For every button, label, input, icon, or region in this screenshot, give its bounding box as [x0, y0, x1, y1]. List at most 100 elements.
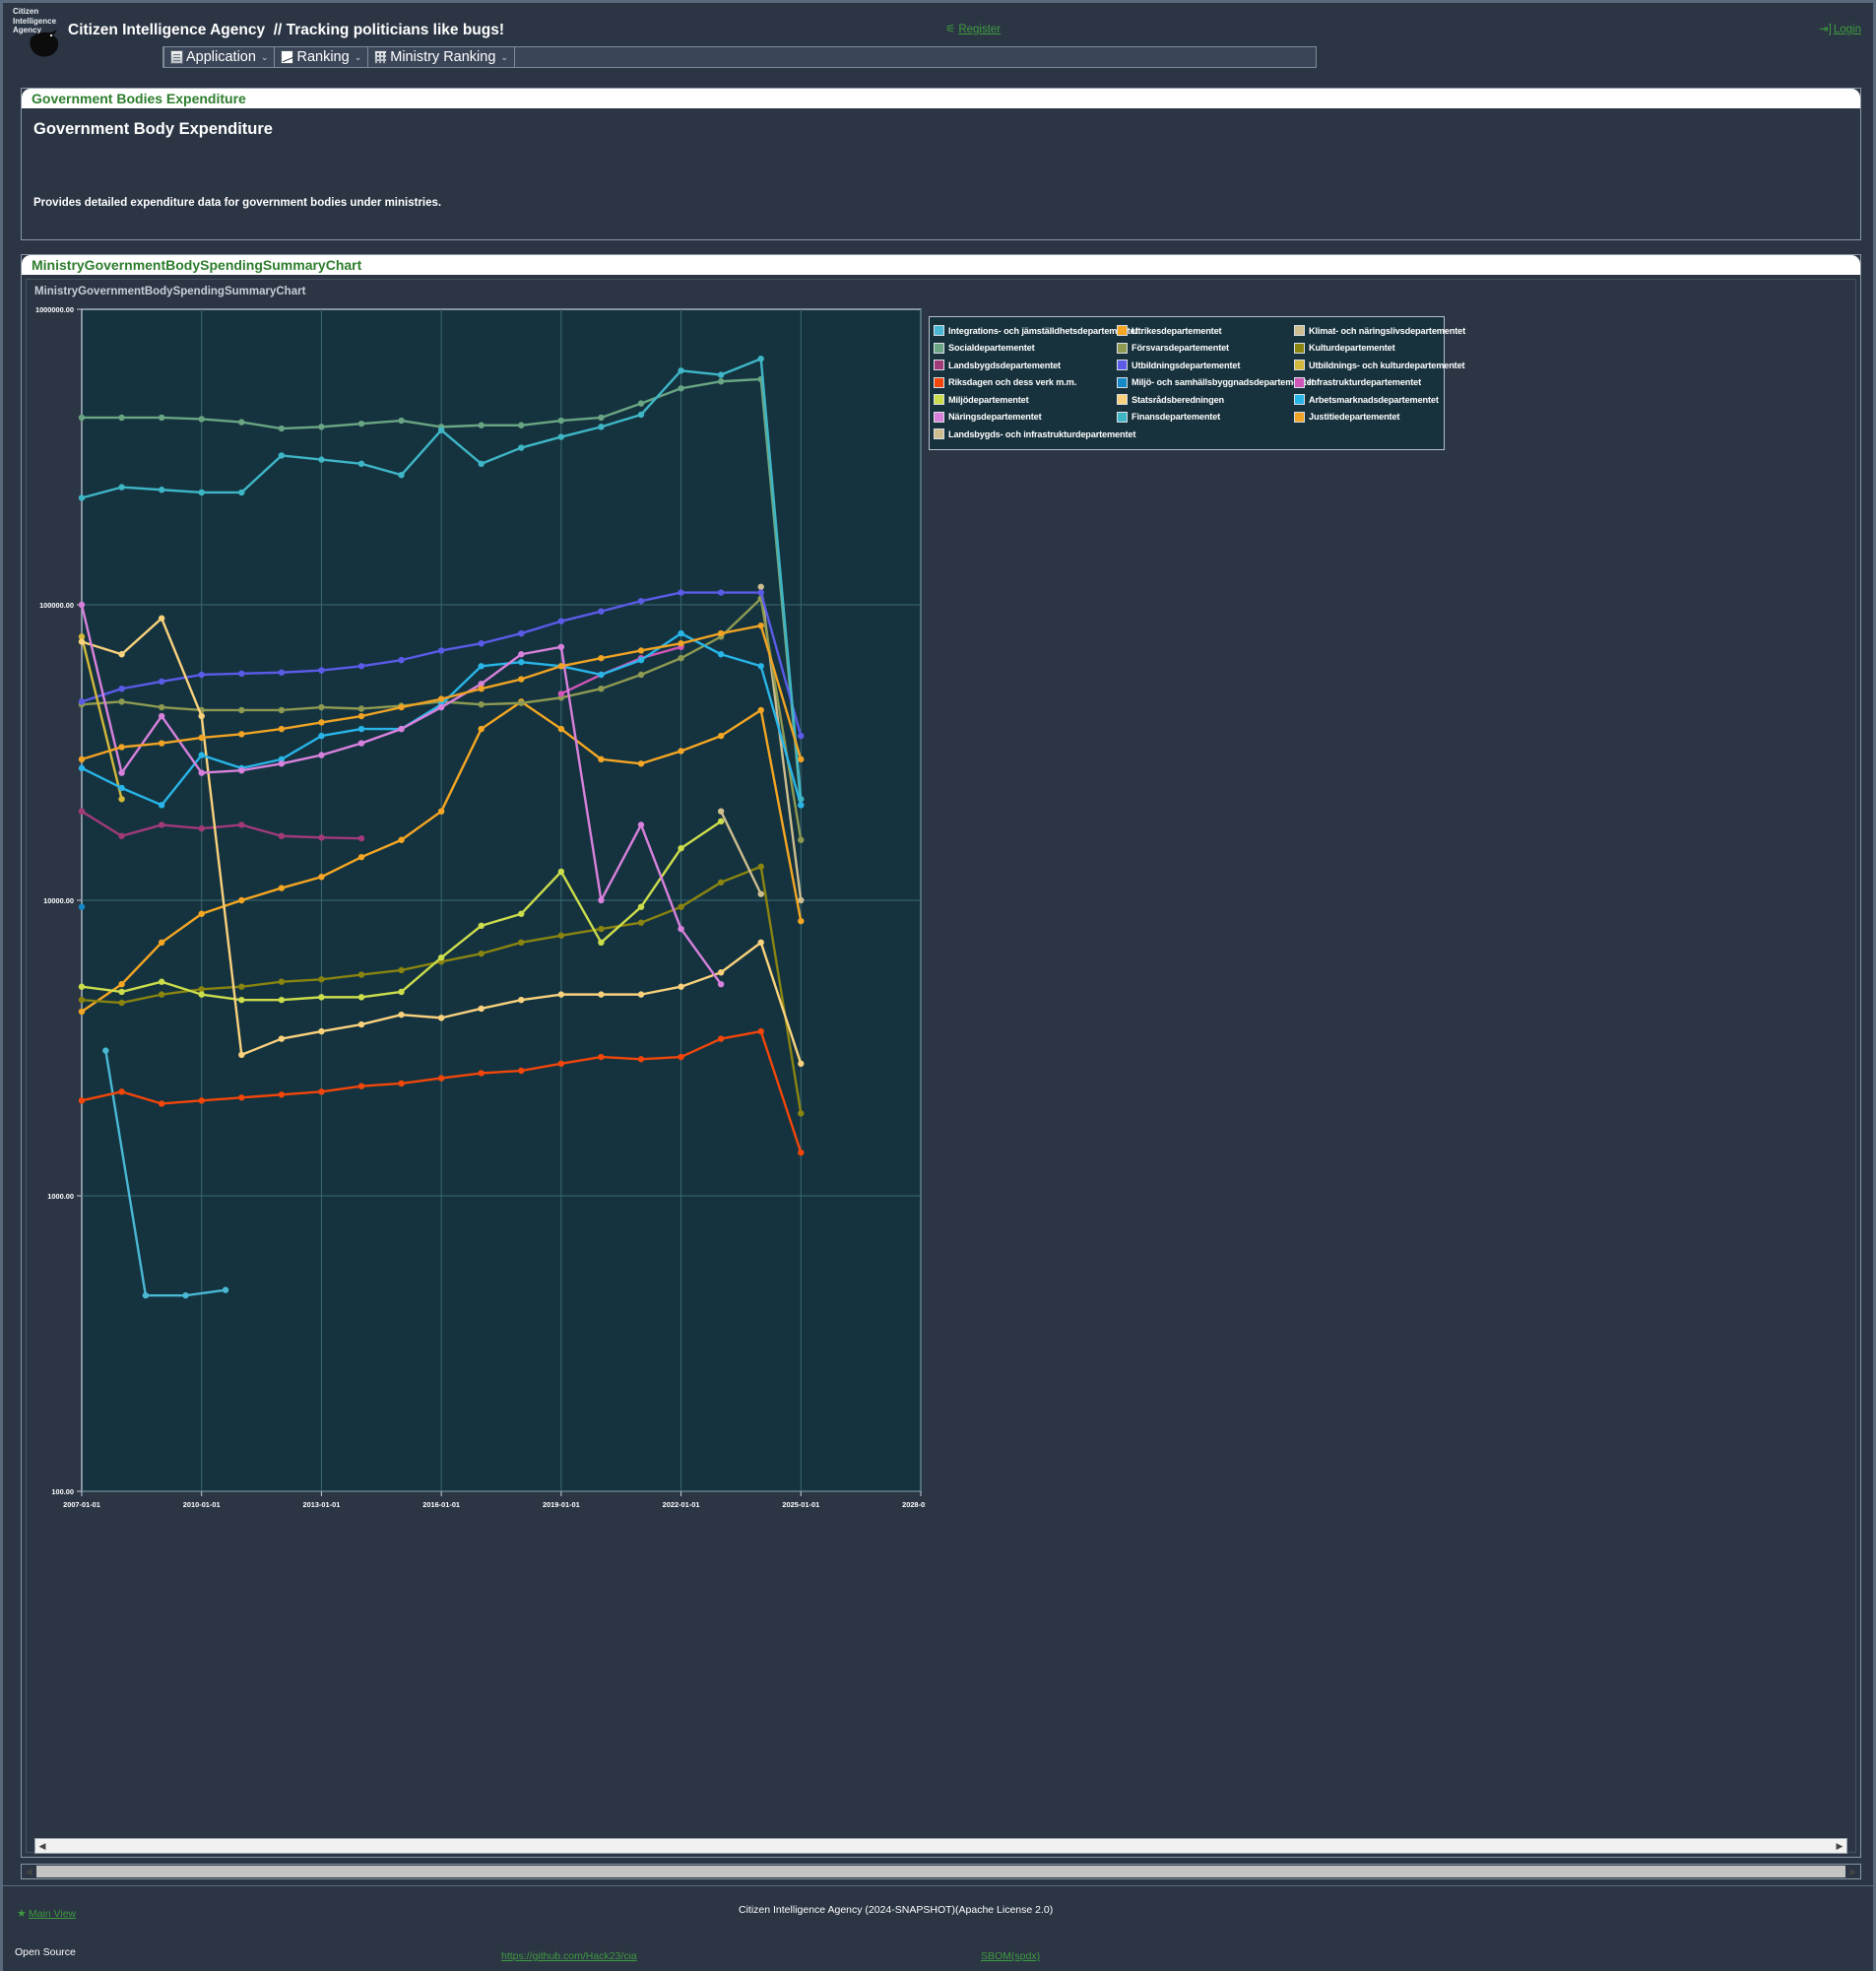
x-tick-label: 2028-01-01 — [902, 1500, 926, 1509]
x-tick-label: 2025-01-01 — [782, 1500, 819, 1509]
main-view-link[interactable]: Main View — [29, 1908, 76, 1920]
legend-swatch — [1117, 411, 1128, 423]
chart-container: MinistryGovernmentBodySpendingSummaryCha… — [26, 279, 1856, 1854]
legend-label: Integrations- och jämställdhetsdeparteme… — [948, 325, 1138, 336]
sbom-link[interactable]: SBOM(spdx) — [981, 1950, 1040, 1962]
legend-swatch — [934, 376, 944, 388]
building-icon — [374, 50, 388, 64]
chart-series[interactable] — [78, 903, 86, 910]
legend-column-3: Klimat- och näringslivsdepartementet Kult… — [1294, 322, 1465, 443]
legend-swatch — [1117, 376, 1128, 388]
site-title: Citizen Intelligence Agency // Tracking … — [68, 22, 504, 39]
chart-inner-title: MinistryGovernmentBodySpendingSummaryCha… — [34, 286, 306, 297]
login-link[interactable]: ⇥] Login — [1819, 22, 1861, 35]
legend-entry[interactable]: Riksdagen och dess verk m.m. — [934, 374, 1117, 392]
login-label: Login — [1833, 24, 1861, 35]
legend-label: Utbildningsdepartementet — [1132, 360, 1241, 370]
x-tick-label: 2016-01-01 — [422, 1500, 460, 1509]
footer-open-source-label: Open Source — [15, 1946, 76, 1958]
legend-label: Utrikesdepartementet — [1132, 325, 1222, 336]
page-description: Provides detailed expenditure data for g… — [33, 197, 442, 209]
scroll-left-arrow[interactable]: ◀ — [35, 1839, 49, 1853]
chart-panel-body: MinistryGovernmentBodySpendingSummaryCha… — [22, 275, 1860, 1857]
menu-item-ranking[interactable]: Ranking ⌄ — [275, 47, 369, 67]
legend-entry[interactable]: Miljö- och samhällsbyggnadsdepartementet — [1117, 374, 1315, 392]
legend-entry[interactable]: Landsbygds- och infrastrukturdepartement… — [934, 426, 1135, 443]
legend-entry[interactable]: Försvarsdepartementet — [1117, 340, 1294, 358]
y-tick-label: 1000000.00 — [35, 305, 74, 314]
legend-entry[interactable]: Utbildnings- och kulturdepartementet — [1294, 357, 1465, 374]
main-menu-bar: Application ⌄ Ranking ⌄ Ministry Ranking… — [162, 46, 1317, 68]
legend-entry[interactable]: Statsrådsberedningen — [1117, 391, 1294, 409]
legend-label: Landsbygdsdepartementet — [948, 360, 1061, 370]
legend-entry[interactable]: Utbildningsdepartementet — [1117, 357, 1294, 374]
scroll-track[interactable] — [49, 1840, 1833, 1852]
legend-entry[interactable]: Infrastrukturdepartementet — [1294, 374, 1450, 392]
legend-swatch — [934, 342, 944, 354]
x-tick-label: 2019-01-01 — [543, 1500, 580, 1509]
legend-entry[interactable]: Arbetsmarknadsdepartementet — [1294, 391, 1450, 409]
line-chart-plot[interactable]: 1000000.00 100000.00 10000.00 1000.00 100.00… — [34, 301, 926, 1513]
legend-label: Finansdepartementet — [1132, 412, 1221, 423]
bird-logo-icon — [30, 30, 59, 57]
page-title: Government Body Expenditure — [33, 120, 273, 138]
chart-panel: MinistryGovernmentBodySpendingSummaryCha… — [21, 254, 1861, 1858]
legend-entry[interactable]: Miljödepartementet — [934, 391, 1117, 409]
legend-label: Infrastrukturdepartementet — [1309, 377, 1422, 388]
legend-entry[interactable]: Finansdepartementet — [1117, 409, 1294, 427]
site-title-text: Citizen Intelligence Agency — [68, 22, 266, 38]
chart-horizontal-scrollbar[interactable]: ◀ ▶ — [34, 1838, 1847, 1854]
register-link[interactable]: ⚟ Register — [945, 22, 1001, 35]
document-icon — [170, 50, 183, 64]
menu-item-application[interactable]: Application ⌄ — [163, 47, 276, 67]
legend-entry[interactable]: Justitiedepartementet — [1294, 409, 1450, 427]
legend-swatch — [1117, 325, 1128, 337]
page-scroll-left-arrow[interactable]: ◀ — [22, 1865, 35, 1878]
legend-label: Statsrådsberedningen — [1132, 394, 1225, 405]
star-icon: ★ — [17, 1908, 27, 1920]
legend-label: Arbetsmarknadsdepartementet — [1309, 394, 1439, 405]
menu-label-ranking: Ranking — [296, 49, 350, 65]
legend-swatch — [1117, 360, 1128, 371]
legend-swatch — [1294, 411, 1305, 423]
main-view-link-wrap: ★ Main View — [17, 1904, 76, 1922]
application-window: Citizen Intelligence Agency Citizen Inte… — [0, 0, 1876, 1971]
legend-label: Landsbygds- och infrastrukturdepartement… — [948, 428, 1136, 439]
menu-label-application: Application — [186, 49, 256, 65]
legend-swatch — [1117, 394, 1128, 406]
page-horizontal-scrollbar[interactable]: ◀ ▶ — [21, 1864, 1861, 1879]
panel-caption-text: Government Bodies Expenditure — [32, 91, 246, 106]
y-tick-label: 10000.00 — [43, 896, 74, 905]
legend-swatch — [934, 411, 944, 423]
legend-swatch — [1294, 394, 1305, 406]
legend-entry[interactable]: Näringsdepartementet — [934, 409, 1117, 427]
legend-label: Utbildnings- och kulturdepartementet — [1309, 360, 1465, 370]
chevron-down-icon: ⌄ — [260, 51, 269, 62]
page-scroll-track[interactable] — [36, 1866, 1845, 1877]
panel-caption-government-bodies: Government Bodies Expenditure — [22, 89, 1860, 108]
legend-label: Försvarsdepartementet — [1132, 343, 1229, 354]
legend-swatch — [1294, 360, 1305, 371]
chevron-down-icon: ⌄ — [500, 51, 508, 62]
scroll-right-arrow[interactable]: ▶ — [1833, 1839, 1846, 1853]
github-link[interactable]: https://github.com/Hack23/cia — [501, 1950, 637, 1962]
legend-entry[interactable]: Socialdepartementet — [934, 340, 1117, 358]
legend-label: Näringsdepartementet — [948, 412, 1042, 423]
legend-label: Kulturdepartementet — [1309, 343, 1395, 354]
legend-entry[interactable]: Utrikesdepartementet — [1117, 322, 1294, 340]
menu-item-ministry-ranking[interactable]: Ministry Ranking ⌄ — [368, 47, 515, 67]
legend-swatch — [934, 394, 944, 406]
legend-entry[interactable]: Integrations- och jämställdhetsdeparteme… — [934, 322, 1138, 340]
legend-entry[interactable]: Klimat- och näringslivsdepartementet — [1294, 322, 1465, 340]
x-tick-label: 2013-01-01 — [303, 1500, 341, 1509]
chart-area: 1000000.00 100000.00 10000.00 1000.00 100.00… — [34, 301, 1856, 1838]
panel-caption-chart-text: MinistryGovernmentBodySpendingSummaryCha… — [32, 257, 362, 273]
legend-entry[interactable]: Landsbygdsdepartementet — [934, 357, 1117, 374]
page-panel-body: Government Body Expenditure Provides det… — [22, 108, 1860, 239]
x-tick-label: 2010-01-01 — [183, 1500, 221, 1509]
page-scroll-right-arrow[interactable]: ▶ — [1846, 1865, 1860, 1878]
menu-label-ministry-ranking: Ministry Ranking — [390, 49, 496, 65]
register-label: Register — [958, 24, 1002, 35]
logo-line-2: Intelligence — [13, 16, 57, 26]
legend-entry[interactable]: Kulturdepartementet — [1294, 340, 1450, 358]
